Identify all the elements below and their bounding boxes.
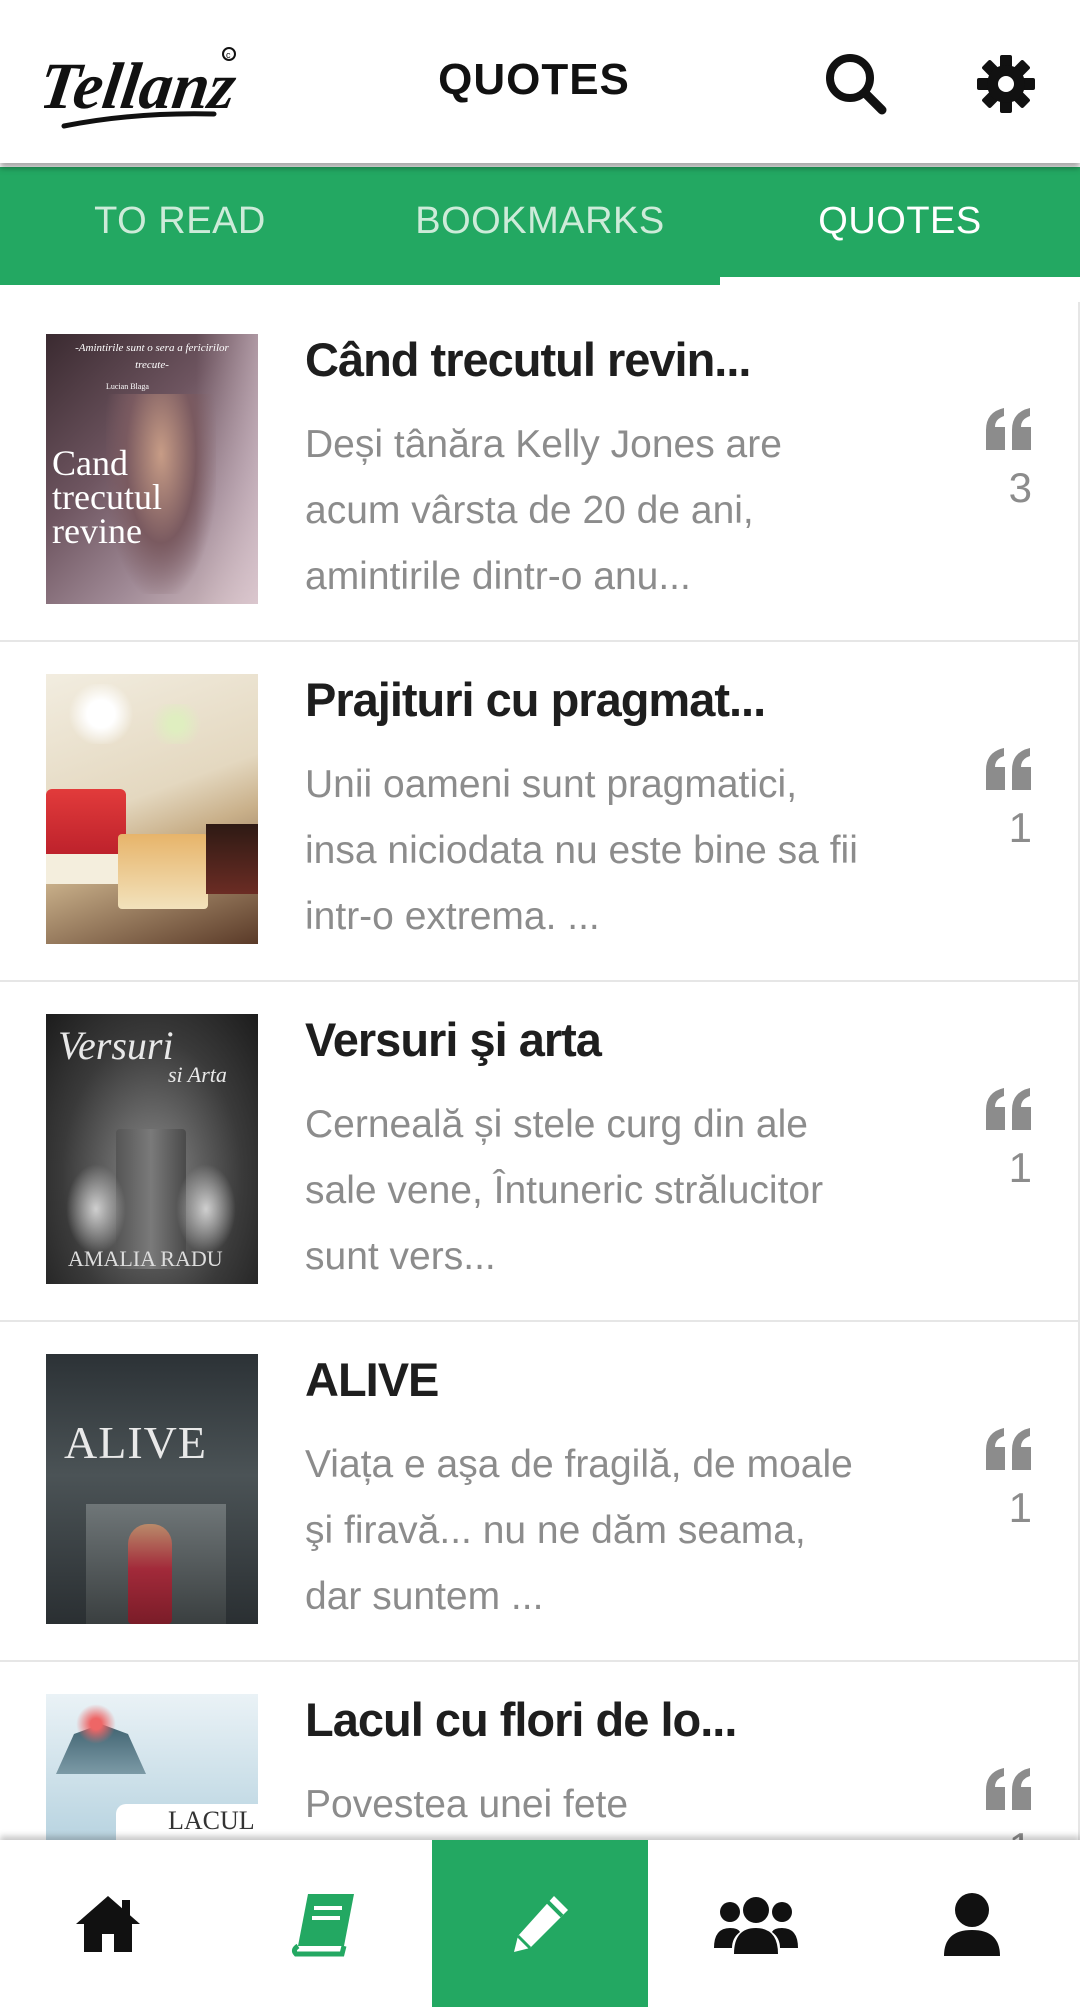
- quote-count: 1: [1008, 1144, 1032, 1191]
- cover-author: Lucian Blaga: [106, 382, 149, 391]
- book-excerpt: Deși tânăra Kelly Jones are acum vârsta …: [305, 423, 782, 598]
- nav-home[interactable]: [0, 1840, 216, 2007]
- nav-community[interactable]: [648, 1840, 864, 2007]
- nav-profile[interactable]: [864, 1840, 1080, 2007]
- quote-icon: [984, 1428, 1034, 1470]
- quotes-list[interactable]: -Amintirile sunt o sera a fericirilor tr…: [0, 286, 1080, 1840]
- cover-tagline: -Amintirile sunt o sera a fericirilor tr…: [75, 342, 229, 371]
- svg-text:c: c: [226, 50, 231, 60]
- cover-title: ALIVE: [64, 1417, 207, 1468]
- book-excerpt: Viața e aşa de fragilă, de moale şi fira…: [305, 1443, 853, 1618]
- quote-icon: [984, 408, 1034, 450]
- nav-write[interactable]: [432, 1840, 648, 2007]
- top-app-bar: Tellanz c QUOTES: [0, 0, 1080, 163]
- quote-icon: [984, 1088, 1034, 1130]
- quote-count: 1: [1008, 1484, 1032, 1531]
- book-title[interactable]: Când trecutul revin...: [305, 332, 751, 387]
- cover-title: LACUL: [168, 1806, 255, 1835]
- cover-title: Cand trecutul revine: [52, 443, 162, 551]
- list-item[interactable]: Prajituri cu pragmat... Unii oameni sunt…: [0, 642, 1080, 983]
- search-icon[interactable]: [822, 50, 890, 118]
- cover-title: Versuri: [58, 1023, 174, 1068]
- quote-count: 3: [1008, 464, 1032, 511]
- book-excerpt: Povestea unei fete: [305, 1783, 629, 1826]
- book-title[interactable]: ALIVE: [305, 1352, 439, 1407]
- list-item[interactable]: ALIVE ALIVE Viața e aşa de fragilă, de m…: [0, 1322, 1080, 1663]
- cover-subtitle: si Arta: [168, 1062, 227, 1087]
- cover-author: AMALIA RADU: [68, 1246, 223, 1271]
- book-title[interactable]: Versuri şi arta: [305, 1012, 602, 1067]
- book-title[interactable]: Prajituri cu pragmat...: [305, 672, 766, 727]
- tab-to-read[interactable]: TO READ: [0, 167, 360, 285]
- gear-icon[interactable]: [972, 50, 1040, 118]
- home-icon: [76, 1895, 140, 1952]
- quote-count: 1: [1009, 1824, 1032, 1840]
- bottom-navigation: [0, 1840, 1080, 2007]
- list-item[interactable]: -Amintirile sunt o sera a fericirilor tr…: [0, 302, 1080, 643]
- book-title[interactable]: Lacul cu flori de lo...: [305, 1692, 737, 1747]
- book-cover: -Amintirile sunt o sera a fericirilor tr…: [46, 334, 258, 604]
- quote-count: 1: [1008, 804, 1032, 851]
- book-cover: LACUL: [46, 1694, 258, 1840]
- tellanz-logo[interactable]: Tellanz c: [35, 28, 244, 138]
- tab-bookmarks[interactable]: BOOKMARKS: [360, 167, 720, 285]
- nav-library[interactable]: [216, 1840, 432, 2007]
- book-icon: [291, 1893, 354, 1956]
- users-icon: [714, 1896, 798, 1954]
- list-item[interactable]: LACUL Lacul cu flori de lo... Povestea u…: [0, 1662, 1080, 1840]
- tab-bar: TO READ BOOKMARKS QUOTES: [0, 167, 1080, 285]
- list-item[interactable]: Versuri si Arta AMALIA RADU Versuri şi a…: [0, 982, 1080, 1323]
- user-icon: [944, 1892, 1000, 1956]
- pencil-icon: [514, 1895, 568, 1952]
- book-cover: [46, 674, 258, 944]
- book-cover: ALIVE: [46, 1354, 258, 1624]
- tab-quotes[interactable]: QUOTES: [720, 167, 1080, 285]
- book-cover: Versuri si Arta AMALIA RADU: [46, 1014, 258, 1284]
- book-excerpt: Unii oameni sunt pragmatici, insa niciod…: [305, 763, 858, 938]
- quote-icon: [984, 1768, 1034, 1810]
- active-tab-indicator: [720, 277, 1080, 285]
- book-excerpt: Cerneală și stele curg din ale sale vene…: [305, 1103, 824, 1278]
- quote-icon: [984, 748, 1034, 790]
- page-title: QUOTES: [438, 55, 630, 104]
